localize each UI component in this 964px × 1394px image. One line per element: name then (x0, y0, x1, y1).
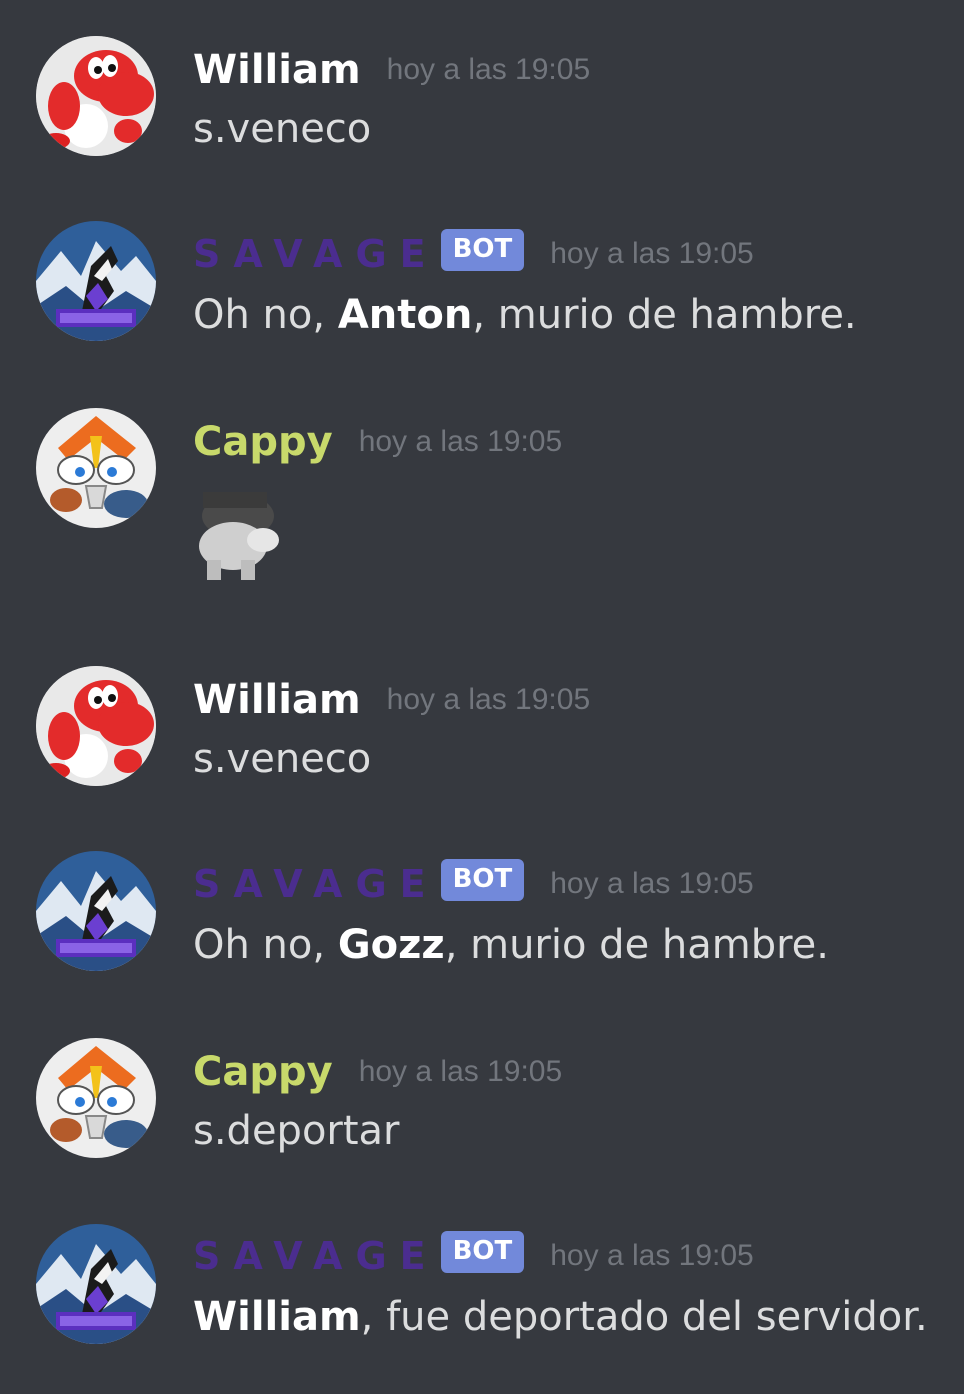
avatar[interactable] (36, 36, 156, 156)
timestamp: hoy a las 19:05 (386, 53, 591, 86)
author-name[interactable]: SAVAGE (193, 862, 439, 906)
message-content: s.deportar (193, 1108, 400, 1154)
wolf-avatar-icon (36, 851, 156, 971)
message-header: William hoy a las 19:05 (193, 40, 590, 100)
red-yoshi-avatar-icon (36, 36, 156, 156)
text-prefix: Oh no, (193, 292, 338, 338)
text-suffix: , murio de hambre. (472, 292, 857, 338)
message-content: Oh no, Gozz, murio de hambre. (193, 922, 829, 968)
message-content: s.veneco (193, 736, 372, 782)
author-name[interactable]: Cappy (193, 419, 333, 465)
avatar[interactable] (36, 666, 156, 786)
wolf-avatar-icon (36, 221, 156, 341)
avatar[interactable] (36, 851, 156, 971)
sticker-icon[interactable] (193, 488, 283, 588)
timestamp: hoy a las 19:05 (358, 425, 563, 458)
message-header: Cappy hoy a las 19:05 (193, 412, 562, 472)
pokemon-avatar-icon (36, 1038, 156, 1158)
timestamp: hoy a las 19:05 (550, 1239, 754, 1272)
timestamp: hoy a las 19:05 (386, 683, 591, 716)
wolf-avatar-icon (36, 1224, 156, 1344)
text-suffix: , murio de hambre. (444, 922, 830, 968)
message-header: SAVAGE BOT hoy a las 19:05 (193, 1226, 754, 1286)
bot-tag: BOT (440, 859, 525, 901)
bot-tag: BOT (440, 1231, 525, 1273)
author-name[interactable]: SAVAGE (193, 1234, 439, 1278)
timestamp: hoy a las 19:05 (358, 1055, 563, 1088)
bot-tag: BOT (440, 229, 525, 271)
message-header: SAVAGE BOT hoy a las 19:05 (193, 854, 754, 914)
text-suffix: , fue deportado del servidor. (360, 1294, 928, 1340)
mentioned-user: Anton (337, 292, 473, 338)
red-yoshi-avatar-icon (36, 666, 156, 786)
message-content: s.veneco (193, 106, 372, 152)
message-header: SAVAGE BOT hoy a las 19:05 (193, 224, 754, 284)
chat-messages: William hoy a las 19:05 s.veneco SAVAGE … (0, 0, 964, 1394)
author-name[interactable]: SAVAGE (193, 232, 439, 276)
message-header: Cappy hoy a las 19:05 (193, 1042, 562, 1102)
text-prefix: Oh no, (193, 922, 338, 968)
message-content: Oh no, Anton, murio de hambre. (193, 292, 857, 338)
message-header: William hoy a las 19:05 (193, 670, 590, 730)
author-name[interactable]: Cappy (193, 1049, 333, 1095)
message-content: William, fue deportado del servidor. (193, 1294, 928, 1340)
avatar[interactable] (36, 221, 156, 341)
mentioned-user: Gozz (337, 922, 445, 968)
avatar[interactable] (36, 1224, 156, 1344)
author-name[interactable]: William (193, 677, 361, 723)
mentioned-user: William (193, 1294, 361, 1340)
avatar[interactable] (36, 1038, 156, 1158)
pokemon-avatar-icon (36, 408, 156, 528)
timestamp: hoy a las 19:05 (550, 867, 754, 900)
timestamp: hoy a las 19:05 (550, 237, 754, 270)
author-name[interactable]: William (193, 47, 361, 93)
avatar[interactable] (36, 408, 156, 528)
